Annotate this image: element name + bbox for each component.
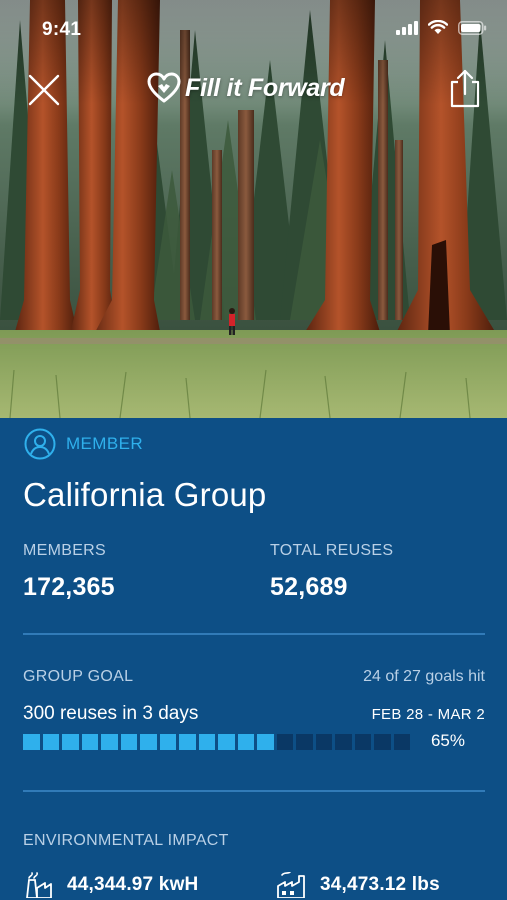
goal-dates: FEB 28 - MAR 2 (371, 706, 485, 723)
progress-segment (140, 734, 157, 750)
battery-icon (458, 20, 487, 35)
progress-segment (276, 734, 293, 750)
goal-progress-percent: 65% (430, 731, 465, 750)
group-name: California Group (23, 476, 267, 513)
progress-segment (23, 734, 40, 750)
progress-segment (81, 734, 98, 750)
membership-label: MEMBER (66, 434, 144, 453)
progress-segment (42, 734, 59, 750)
wifi-icon (428, 20, 448, 34)
divider (23, 633, 485, 635)
power-plant-icon (26, 872, 52, 898)
heart-logo-icon (147, 72, 181, 103)
progress-segment (393, 734, 410, 750)
close-icon[interactable] (26, 72, 62, 108)
divider (23, 790, 485, 792)
energy-impact: 44,344.97 kwH (23, 872, 198, 898)
members-value: 172,365 (23, 573, 115, 601)
status-icons (396, 20, 487, 35)
progress-segment (179, 734, 196, 750)
progress-segment (101, 734, 118, 750)
progress-segment (62, 734, 79, 750)
progress-segment (354, 734, 371, 750)
status-bar: 9:41 (0, 0, 507, 56)
hero-image: 9:41 Fill it Forward (0, 0, 507, 418)
status-time: 9:41 (42, 19, 82, 40)
total-reuses-label: TOTAL REUSES (270, 542, 394, 559)
energy-impact-value: 44,344.97 kwH (67, 874, 199, 895)
progress-segment (159, 734, 176, 750)
factory-icon (277, 872, 305, 898)
emissions-impact: 34,473.12 lbs (276, 872, 440, 898)
progress-segment (374, 734, 391, 750)
progress-segment (315, 734, 332, 750)
goal-title: 300 reuses in 3 days (23, 703, 199, 724)
progress-segment (218, 734, 235, 750)
progress-segment (335, 734, 352, 750)
total-reuses-value: 52,689 (270, 573, 348, 601)
group-details-panel: MEMBER California Group MEMBERS 172,365 … (0, 418, 507, 900)
goals-hit-count: 24 of 27 goals hit (363, 668, 485, 685)
progress-segment (237, 734, 254, 750)
brand-logo: Fill it Forward (147, 70, 345, 106)
progress-segment (198, 734, 215, 750)
goal-progress-bar (23, 734, 410, 750)
members-label: MEMBERS (23, 542, 106, 559)
top-nav: Fill it Forward (0, 62, 507, 118)
share-icon[interactable] (447, 68, 483, 108)
membership-badge: MEMBER (24, 428, 143, 460)
user-circle-icon (24, 428, 56, 460)
progress-segment (296, 734, 313, 750)
brand-name: Fill it Forward (185, 73, 345, 102)
progress-segment (120, 734, 137, 750)
environmental-impact-label: ENVIRONMENTAL IMPACT (23, 832, 229, 849)
emissions-impact-value: 34,473.12 lbs (320, 874, 440, 895)
cellular-signal-icon (396, 20, 418, 35)
progress-segment (257, 734, 274, 750)
group-goal-label: GROUP GOAL (23, 668, 134, 685)
